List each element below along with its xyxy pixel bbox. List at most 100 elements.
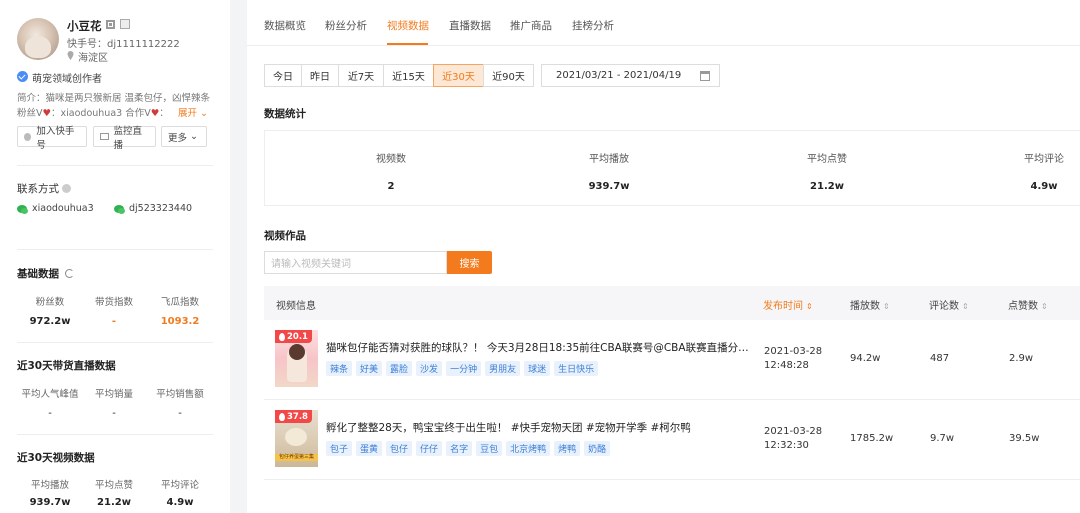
- table-row[interactable]: 20.1 猫咪包仔能否猜对获胜的球队？！ 今天3月28日18:35前往CBA联赛…: [264, 320, 1080, 400]
- wechat-icon: [17, 204, 28, 214]
- tag[interactable]: 仔仔: [416, 441, 443, 456]
- monitor-icon: [100, 133, 109, 140]
- stat-avg-likes: 平均点赞 21.2w: [807, 154, 847, 192]
- wechat-contact-1[interactable]: xiaodouhua3: [17, 203, 94, 214]
- plays-value: 94.2w: [850, 353, 881, 364]
- tag[interactable]: 一分钟: [446, 361, 482, 376]
- tag[interactable]: 包子: [326, 441, 353, 456]
- location: 海淀区: [78, 53, 108, 64]
- refresh-icon[interactable]: [65, 269, 74, 278]
- date-range-picker[interactable]: 2021/03/21 - 2021/04/19: [541, 64, 720, 87]
- hot-badge: 20.1: [275, 330, 312, 343]
- tab-fans[interactable]: 粉丝分析: [325, 18, 367, 33]
- likes-value: 39.5w: [1009, 433, 1040, 444]
- avatar[interactable]: [17, 18, 59, 60]
- profile-name: 小豆花: [67, 19, 102, 33]
- col-comments[interactable]: 评论数 ⇕: [929, 297, 969, 312]
- tag[interactable]: 好美: [356, 361, 383, 376]
- verified-check-icon: [17, 71, 28, 82]
- chevron-down-icon: ⌄: [200, 108, 209, 119]
- intro-text-contacts: 粉丝V♥：xiaodouhua3 合作V♥：: [17, 108, 169, 119]
- main-panel: 数据概览 粉丝分析 视频数据 直播数据 推广商品 挂榜分析 今日 昨日 近7天 …: [247, 0, 1080, 513]
- sort-icon: ⇕: [806, 302, 813, 311]
- flame-icon: [279, 332, 285, 341]
- tab-bar: 数据概览 粉丝分析 视频数据 直播数据 推广商品 挂榜分析: [247, 0, 1080, 46]
- location-pin-icon: [67, 51, 74, 60]
- publish-time: 2021-03-28 12:48:28: [764, 346, 823, 371]
- add-icon: [24, 132, 32, 141]
- range-90d[interactable]: 近90天: [483, 64, 534, 87]
- col-plays[interactable]: 播放数 ⇕: [850, 297, 890, 312]
- video-title[interactable]: 孵化了整整28天，鸭宝宝终于出生啦！ #快手宠物天团 #宠物开学季 #柯尔鸭: [326, 420, 754, 435]
- divider: [17, 249, 213, 250]
- help-icon[interactable]: [62, 184, 71, 193]
- video-tags: 包子 蛋黄 包仔 仔仔 名字 豆包 北京烤鸭 烤鸭 奶酪: [326, 441, 611, 456]
- range-15d[interactable]: 近15天: [383, 64, 434, 87]
- creator-tag: 萌宠领域创作者: [32, 74, 102, 85]
- tag[interactable]: 辣条: [326, 361, 353, 376]
- col-publish-time[interactable]: 发布时间 ⇕: [763, 297, 813, 312]
- works-title: 视频作品: [264, 230, 306, 242]
- tag[interactable]: 沙发: [416, 361, 443, 376]
- tab-products[interactable]: 推广商品: [510, 18, 552, 33]
- comments-value: 487: [930, 353, 950, 364]
- col-video-info: 视频信息: [276, 301, 316, 312]
- flame-icon: [279, 412, 285, 421]
- likes-value: 2.9w: [1009, 353, 1034, 364]
- range-30d[interactable]: 近30天: [433, 64, 484, 87]
- stat-avg-comments: 平均评论 4.9w: [1024, 154, 1064, 192]
- contact-title: 联系方式: [17, 181, 71, 196]
- tag[interactable]: 豆包: [476, 441, 503, 456]
- more-button[interactable]: 更多 ⌄: [161, 126, 207, 147]
- badge-icon: [120, 19, 130, 29]
- divider: [17, 165, 213, 166]
- intro-text: 简介：猫咪是两只猴新居 温柔包仔，凶悍辣条: [17, 93, 211, 104]
- comments-value: 9.7w: [930, 433, 955, 444]
- tag[interactable]: 烤鸭: [554, 441, 581, 456]
- live30-peak: 平均人气峰值 -: [21, 389, 79, 419]
- col-likes[interactable]: 点赞数 ⇕: [1008, 297, 1048, 312]
- wechat-contact-2[interactable]: dj523323440: [114, 203, 192, 214]
- tag[interactable]: 露脸: [386, 361, 413, 376]
- sort-icon: ⇕: [962, 302, 969, 311]
- video-thumbnail[interactable]: 20.1: [275, 330, 318, 387]
- profile-panel: 小豆花 快手号：dj1111112222 海淀区 萌宠领域创作者 简介：猫咪是两…: [0, 0, 230, 513]
- tab-overview[interactable]: 数据概览: [264, 18, 306, 33]
- video-thumbnail[interactable]: 包仔养蛋第三集 37.8: [275, 410, 318, 467]
- divider: [17, 342, 213, 343]
- qr-code-icon[interactable]: [106, 20, 115, 29]
- tag[interactable]: 球迷: [524, 361, 551, 376]
- video30-comments: 平均评论 4.9w: [160, 480, 199, 508]
- tab-ranking[interactable]: 挂榜分析: [572, 18, 614, 33]
- table-header: 视频信息 发布时间 ⇕ 播放数 ⇕ 评论数 ⇕ 点赞数 ⇕: [264, 286, 1080, 320]
- range-7d[interactable]: 近7天: [338, 64, 384, 87]
- monitor-live-button[interactable]: 监控直播: [93, 126, 156, 151]
- add-kuaishou-button[interactable]: 加入快手号: [17, 126, 87, 151]
- tag[interactable]: 男朋友: [485, 361, 521, 376]
- tag[interactable]: 生日快乐: [554, 361, 599, 376]
- live30-title: 近30天带货直播数据: [17, 360, 116, 372]
- basic-feigua-index: 飞瓜指数 1093.2: [160, 297, 200, 327]
- tag[interactable]: 名字: [446, 441, 473, 456]
- active-tab-indicator: [387, 43, 428, 45]
- video-search-input[interactable]: 请输入视频关键词: [264, 251, 447, 274]
- tab-live-data[interactable]: 直播数据: [449, 18, 491, 33]
- table-row[interactable]: 包仔养蛋第三集 37.8 孵化了整整28天，鸭宝宝终于出生啦！ #快手宠物天团 …: [264, 400, 1080, 480]
- range-yesterday[interactable]: 昨日: [301, 64, 339, 87]
- tag[interactable]: 蛋黄: [356, 441, 383, 456]
- range-today[interactable]: 今日: [264, 64, 302, 87]
- basic-data-title: 基础数据: [17, 266, 74, 281]
- tab-video-data[interactable]: 视频数据: [387, 18, 429, 33]
- tag[interactable]: 奶酪: [584, 441, 611, 456]
- tag[interactable]: 北京烤鸭: [506, 441, 551, 456]
- heart-icon: ♥: [42, 108, 52, 119]
- video30-likes: 平均点赞 21.2w: [94, 480, 133, 508]
- stats-box: 视频数 2 平均播放 939.7w 平均点赞 21.2w 平均评论 4.9w: [264, 130, 1080, 206]
- kuaishou-id: 快手号：dj1111112222: [67, 39, 180, 50]
- expand-link[interactable]: 展开 ⌄: [178, 105, 208, 119]
- video-title[interactable]: 猫咪包仔能否猜对获胜的球队？！ 今天3月28日18:35前往CBA联赛号@CBA…: [326, 340, 754, 355]
- stat-avg-plays: 平均播放 939.7w: [588, 154, 630, 192]
- divider: [17, 434, 213, 435]
- tag[interactable]: 包仔: [386, 441, 413, 456]
- search-button[interactable]: 搜索: [447, 251, 492, 274]
